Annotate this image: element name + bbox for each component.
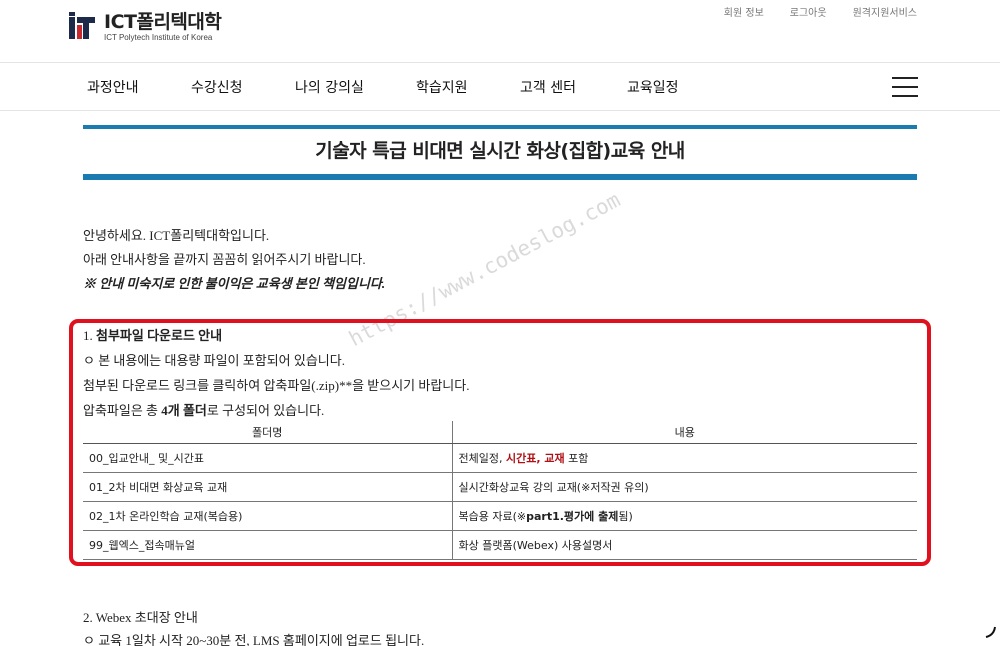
nav-item-learning-support[interactable]: 학습지원	[416, 77, 468, 97]
folder-desc: 복습용 자료(※part1.평가에 출제됨)	[452, 501, 917, 531]
table-row: 01_2차 비대면 화상교육 교재 실시간화상교육 강의 교재(※저작권 유의)	[83, 472, 917, 502]
member-info-link[interactable]: 회원 정보	[724, 4, 764, 19]
intro-notice: ※ 안내 미숙지로 인한 불이익은 교육생 본인 책임입니다.	[83, 276, 386, 291]
section1-number: 1.	[83, 328, 96, 343]
folder-name: 02_1차 온라인학습 교재(복습용)	[83, 501, 453, 531]
logo-icon	[69, 12, 95, 39]
intro-greeting: 안녕하세요. ICT폴리텍대학입니다.	[83, 228, 270, 243]
nav-item-customer-center[interactable]: 고객 센터	[520, 77, 576, 97]
site-logo[interactable]: ICT폴리텍대학 ICT Polytech Institute of Korea	[67, 10, 222, 43]
folder-desc: 실시간화상교육 강의 교재(※저작권 유의)	[452, 472, 917, 502]
table-row: 00_입교안내_ 및_시간표 전체일정, 시간표, 교재 포함	[83, 443, 917, 473]
desc-highlight: 시간표, 교재	[505, 451, 565, 465]
logout-link[interactable]: 로그아웃	[790, 4, 827, 19]
desc-text-end: 포함	[564, 451, 589, 465]
folder-desc: 전체일정, 시간표, 교재 포함	[452, 443, 917, 473]
section2-line1: ㅇ 교육 1일차 시작 20~30분 전, LMS 홈페이지에 업로드 됩니다.	[83, 633, 425, 646]
desc-text: 전체일정,	[458, 451, 506, 465]
logo-title: ICT폴리텍대학	[104, 10, 222, 33]
section1-line1: ㅇ 본 내용에는 대용량 파일이 포함되어 있습니다.	[83, 353, 345, 368]
table-row: 02_1차 온라인학습 교재(복습용) 복습용 자료(※part1.평가에 출제…	[83, 501, 917, 531]
page-title: 기술자 특급 비대면 실시간 화상(집합)교육 안내	[315, 140, 685, 162]
desc-bold: part1.평가에 출제	[526, 509, 619, 523]
table-row: 99_웹엑스_접속매뉴얼 화상 플랫폼(Webex) 사용설명서	[83, 530, 917, 560]
logo-subtitle: ICT Polytech Institute of Korea	[104, 32, 213, 42]
page-title-block: 기술자 특급 비대면 실시간 화상(집합)교육 안내	[83, 125, 917, 180]
desc-text: 복습용 자료(※	[458, 509, 527, 523]
main-nav: 과정안내 수강신청 나의 강의실 학습지원 고객 센터 교육일정	[0, 64, 1000, 111]
hamburger-menu-icon[interactable]	[892, 77, 918, 97]
column-header-content: 내용	[452, 421, 917, 444]
folder-count: 4개 폴더	[161, 403, 207, 418]
intro-instruction: 아래 안내사항을 끝까지 꼼꼼히 읽어주시기 바랍니다.	[83, 252, 366, 267]
section2-heading: 2. Webex 초대장 안내	[83, 610, 198, 625]
nav-item-my-classroom[interactable]: 나의 강의실	[295, 77, 364, 97]
desc-text-end: 됨)	[618, 509, 633, 523]
nav-item-courses[interactable]: 과정안내	[87, 77, 139, 97]
section1-heading: 1. 첨부파일 다운로드 안내	[83, 323, 917, 348]
top-header: ICT폴리텍대학 ICT Polytech Institute of Korea…	[0, 0, 1000, 63]
line3-pre: 압축파일은 총	[83, 403, 162, 418]
folder-name: 01_2차 비대면 화상교육 교재	[83, 472, 453, 502]
column-header-folder: 폴더명	[83, 421, 453, 444]
section1-line2: 첨부된 다운로드 링크를 클릭하여 압축파일(.zip)**을 받으시기 바랍니…	[83, 378, 470, 393]
remote-support-link[interactable]: 원격지원서비스	[853, 4, 917, 19]
section-webex-invite: 2. Webex 초대장 안내 ㅇ 교육 1일차 시작 20~30분 전, LM…	[83, 606, 424, 646]
nav-item-schedule[interactable]: 교육일정	[627, 77, 679, 97]
folder-name: 00_입교안내_ 및_시간표	[83, 443, 453, 473]
section1-heading-text: 첨부파일 다운로드 안내	[96, 328, 223, 343]
scroll-arrow-icon[interactable]	[984, 625, 998, 639]
table-header-row: 폴더명 내용	[83, 421, 917, 444]
section1-line3: 압축파일은 총 4개 폴더로 구성되어 있습니다.	[83, 398, 917, 423]
nav-item-enrollment[interactable]: 수강신청	[191, 77, 243, 97]
folder-table: 폴더명 내용 00_입교안내_ 및_시간표 전체일정, 시간표, 교재 포함 0…	[83, 421, 917, 560]
line3-post: 로 구성되어 있습니다.	[206, 403, 325, 418]
folder-desc: 화상 플랫폼(Webex) 사용설명서	[452, 530, 917, 560]
section-attachment-download: 1. 첨부파일 다운로드 안내 ㅇ 본 내용에는 대용량 파일이 포함되어 있습…	[83, 323, 917, 423]
utility-links: 회원 정보 로그아웃 원격지원서비스	[698, 4, 917, 19]
intro-text: 안녕하세요. ICT폴리텍대학입니다. 아래 안내사항을 끝까지 꼼꼼히 읽어주…	[83, 224, 385, 296]
folder-name: 99_웹엑스_접속매뉴얼	[83, 530, 453, 560]
